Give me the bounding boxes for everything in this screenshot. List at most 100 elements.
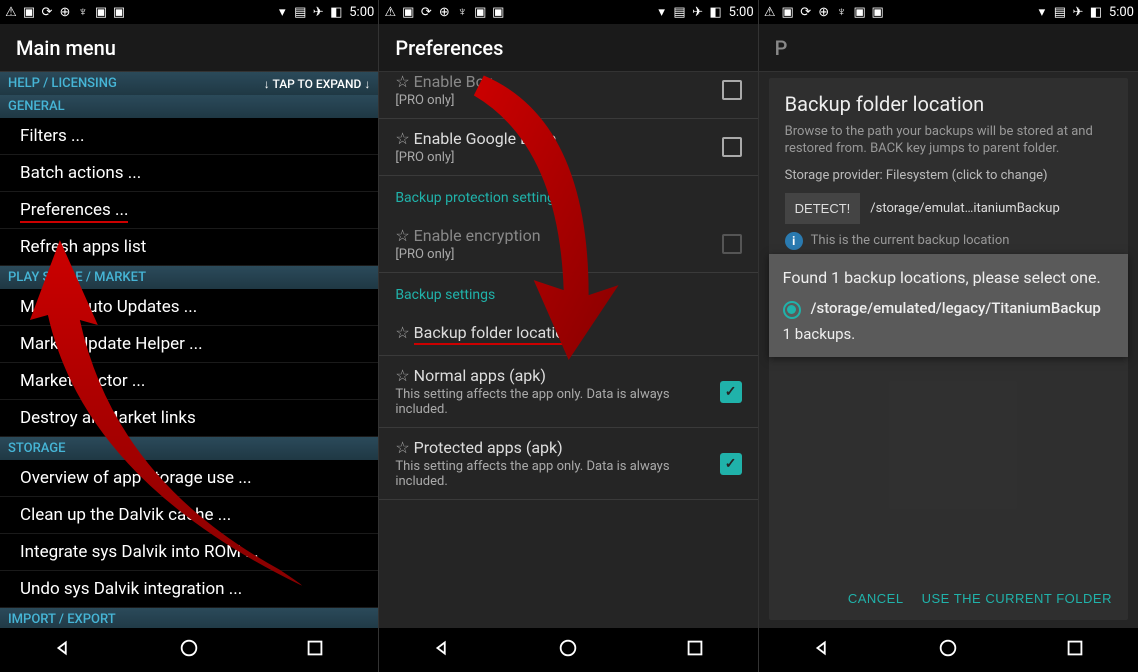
- nav-bar: [0, 628, 378, 672]
- store2-icon: ▣: [112, 5, 126, 19]
- nav-home[interactable]: [937, 637, 959, 663]
- wifi-icon: ▾: [1035, 5, 1049, 19]
- checkbox-checked[interactable]: ✓: [720, 453, 742, 475]
- star-icon: ☆: [395, 129, 409, 148]
- pref-label: Normal apps (apk): [414, 366, 546, 385]
- section-help-label: HELP / LICENSING: [8, 76, 117, 91]
- app-bar-title: Preferences: [379, 24, 757, 72]
- popup-message: Found 1 backup locations, please select …: [783, 268, 1114, 289]
- image-icon: ▣: [22, 5, 36, 19]
- store-icon: ▣: [853, 5, 867, 19]
- item-filters[interactable]: Filters ...: [0, 118, 378, 155]
- store2-icon: ▣: [871, 5, 885, 19]
- backup-count: 1 backups.: [783, 325, 1114, 343]
- app-icon: ⊕: [58, 5, 72, 19]
- item-label: Market Auto Updates ...: [20, 297, 197, 317]
- item-preferences[interactable]: Preferences ...: [0, 192, 378, 229]
- section-playstore: PLAY STORE / MARKET: [0, 266, 378, 289]
- section-help[interactable]: HELP / LICENSING ↓ TAP TO EXPAND ↓: [0, 72, 378, 95]
- nav-bar: [379, 628, 757, 672]
- item-label: Integrate sys Dalvik into ROM ...: [20, 542, 259, 562]
- nav-recent[interactable]: [684, 637, 706, 663]
- nav-back[interactable]: [52, 637, 74, 663]
- item-overview[interactable]: Overview of app storage use ...: [0, 460, 378, 497]
- cat-backup: Backup settings: [379, 273, 757, 313]
- radio-option[interactable]: /storage/emulated/legacy/TitaniumBackup: [783, 299, 1114, 319]
- sync-icon: ⟳: [40, 5, 54, 19]
- app-bar-title: Main menu: [0, 24, 378, 72]
- item-integrate[interactable]: Integrate sys Dalvik into ROM ...: [0, 534, 378, 571]
- item-update-helper[interactable]: Market Update Helper ...: [0, 326, 378, 363]
- nav-back[interactable]: [811, 637, 833, 663]
- store-icon: ▣: [473, 5, 487, 19]
- item-label: Destroy all Market links: [20, 408, 196, 428]
- star-icon: ☆: [395, 226, 409, 245]
- store-icon: ▣: [94, 5, 108, 19]
- store2-icon: ▣: [491, 5, 505, 19]
- item-cleanup[interactable]: Clean up the Dalvik cache ...: [0, 497, 378, 534]
- item-undo[interactable]: Undo sys Dalvik integration ...: [0, 571, 378, 608]
- nav-home[interactable]: [178, 637, 200, 663]
- preferences-body[interactable]: ☆Enable Box [PRO only] ☆Enable Google Dr…: [379, 72, 757, 628]
- item-batch[interactable]: Batch actions ...: [0, 155, 378, 192]
- item-label: Filters ...: [20, 126, 84, 146]
- radio-label: /storage/emulated/legacy/TitaniumBackup: [811, 299, 1101, 317]
- pref-backup-folder[interactable]: ☆Backup folder location: [379, 313, 757, 356]
- app-icon: ⊕: [817, 5, 831, 19]
- pref-enable-gdrive[interactable]: ☆ Enable Google Drive [PRO only]: [379, 119, 757, 176]
- star-icon: ☆: [395, 438, 409, 457]
- status-bar: ⚠ ▣ ⟳ ⊕ ♆ ▣ ▣ ▾ ▤ ✈ ◧ 5:00: [0, 0, 378, 24]
- dialog-backdrop: Backup folder location Browse to the pat…: [759, 72, 1138, 628]
- pref-label: Enable Google Drive: [414, 129, 556, 148]
- item-label: Market Update Helper ...: [20, 334, 203, 354]
- pref-sub: This setting affects the app only. Data …: [395, 459, 707, 489]
- nav-recent[interactable]: [304, 637, 326, 663]
- wifi-icon: ▾: [275, 5, 289, 19]
- checkbox: [722, 234, 742, 254]
- pref-sub: This setting affects the app only. Data …: [395, 387, 707, 417]
- item-auto-updates[interactable]: Market Auto Updates ...: [0, 289, 378, 326]
- info-row: i This is the current backup location: [785, 232, 1112, 250]
- pref-enable-box[interactable]: ☆Enable Box [PRO only]: [379, 72, 757, 119]
- pref-label: Enable Box: [414, 72, 493, 91]
- checkbox[interactable]: [722, 80, 742, 100]
- star-icon: ☆: [395, 366, 409, 385]
- image-icon: ▣: [401, 5, 415, 19]
- warning-icon: ⚠: [383, 5, 397, 19]
- star-icon: ☆: [395, 323, 409, 342]
- dialog-desc: Browse to the path your backups will be …: [785, 124, 1112, 158]
- item-refresh[interactable]: Refresh apps list: [0, 229, 378, 266]
- nav-back[interactable]: [431, 637, 453, 663]
- warning-icon: ⚠: [4, 5, 18, 19]
- checkbox-checked[interactable]: ✓: [720, 381, 742, 403]
- warning-icon: ⚠: [763, 5, 777, 19]
- nav-recent[interactable]: [1064, 637, 1086, 663]
- storage-provider[interactable]: Storage provider: Filesystem (click to c…: [785, 168, 1112, 183]
- item-doctor[interactable]: Market Doctor ...: [0, 363, 378, 400]
- cat-protection: Backup protection settings: [379, 176, 757, 216]
- sync-icon: ⟳: [799, 5, 813, 19]
- pro-label: [PRO only]: [395, 150, 709, 165]
- nav-bar: [759, 628, 1138, 672]
- item-label: Batch actions ...: [20, 163, 141, 183]
- item-destroy[interactable]: Destroy all Market links: [0, 400, 378, 437]
- nav-home[interactable]: [557, 637, 579, 663]
- detect-button[interactable]: DETECT!: [785, 193, 861, 224]
- cancel-button[interactable]: CANCEL: [848, 591, 904, 606]
- screen-preferences: ⚠ ▣ ⟳ ⊕ ♆ ▣ ▣ ▾ ▤ ✈ ◧ 5:00 Preferences ☆…: [379, 0, 758, 672]
- found-locations-popup: Found 1 backup locations, please select …: [769, 254, 1128, 357]
- item-label: Overview of app storage use ...: [20, 468, 252, 488]
- android-icon: ♆: [76, 5, 90, 19]
- pref-enable-encryption[interactable]: ☆Enable encryption [PRO only]: [379, 216, 757, 273]
- pref-normal-apps[interactable]: ☆ Normal apps (apk) This setting affects …: [379, 356, 757, 428]
- pref-label: Enable encryption: [414, 226, 541, 245]
- pref-protected-apps[interactable]: ☆Protected apps (apk) This setting affec…: [379, 428, 757, 500]
- backup-location-dialog: Backup folder location Browse to the pat…: [769, 78, 1128, 620]
- use-folder-button[interactable]: USE THE CURRENT FOLDER: [922, 591, 1112, 606]
- main-menu-body: HELP / LICENSING ↓ TAP TO EXPAND ↓ GENER…: [0, 72, 378, 631]
- pro-label: [PRO only]: [395, 93, 709, 108]
- screen-main-menu: ⚠ ▣ ⟳ ⊕ ♆ ▣ ▣ ▾ ▤ ✈ ◧ 5:00 Main menu HEL…: [0, 0, 379, 672]
- item-label: Market Doctor ...: [20, 371, 145, 391]
- app-icon: ⊕: [437, 5, 451, 19]
- checkbox[interactable]: [722, 137, 742, 157]
